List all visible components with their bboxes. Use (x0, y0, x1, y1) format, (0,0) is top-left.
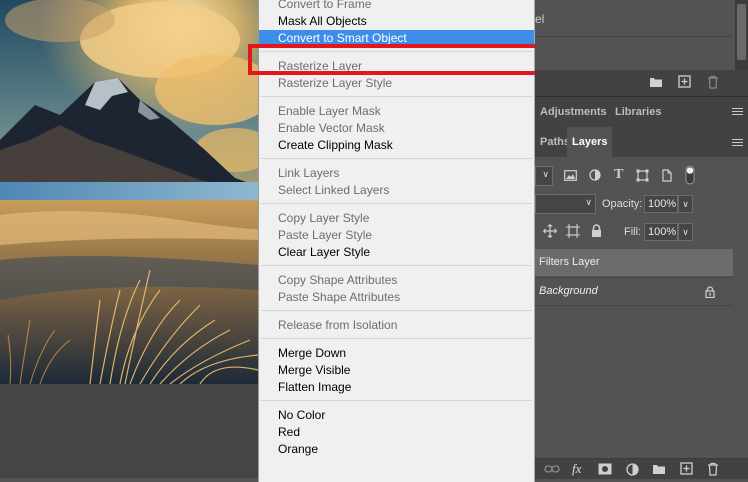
tab-layers[interactable]: Layers (567, 127, 613, 157)
menu-item-rasterize-layer-style: Rasterize Layer Style (278, 76, 393, 90)
menu-item-mask-all-objects[interactable]: Mask All Objects (278, 13, 367, 30)
divider (535, 305, 733, 306)
menu-item-flatten-image[interactable]: Flatten Image (278, 379, 351, 396)
mask-icon[interactable] (598, 463, 612, 475)
menu-item-copy-layer-style: Copy Layer Style (278, 211, 370, 225)
menu-item-enable-layer-mask: Enable Layer Mask (278, 104, 381, 118)
menu-separator (261, 338, 532, 339)
trash-icon[interactable] (707, 75, 719, 89)
chevron-down-icon: ∨ (585, 197, 592, 207)
new-icon[interactable] (678, 75, 691, 88)
lock-icon (705, 286, 715, 298)
menu-separator (261, 265, 532, 266)
adjustment-icon[interactable] (626, 463, 639, 476)
lock-all-icon[interactable] (591, 224, 602, 237)
layer-name: Background (539, 285, 598, 297)
lock-artboard-icon[interactable] (566, 224, 580, 238)
panel-menu-icon[interactable] (732, 108, 743, 109)
type-filter-icon[interactable]: T (614, 168, 623, 182)
layers-tab-bar: Paths Layers (535, 127, 748, 157)
menu-item-create-clipping-mask[interactable]: Create Clipping Mask (278, 137, 393, 154)
menu-separator (261, 96, 532, 97)
mountain-landscape-photo (0, 0, 258, 384)
layers-bottom-toolbar: fx (535, 458, 748, 479)
menu-separator (261, 51, 532, 52)
menu-item-convert-to-frame: Convert to Frame (278, 0, 372, 11)
menu-item-rasterize-layer: Rasterize Layer (278, 59, 363, 73)
history-panel: el (535, 0, 748, 70)
opacity-dropdown-button[interactable]: ∨ (678, 195, 693, 213)
trash-icon[interactable] (707, 462, 719, 476)
layer-name: Filters Layer (539, 256, 600, 268)
history-row[interactable]: el (535, 0, 733, 37)
opacity-input[interactable]: 100% (644, 195, 678, 213)
menu-item-copy-shape-attributes: Copy Shape Attributes (278, 273, 398, 287)
menu-item-select-linked-layers: Select Linked Layers (278, 183, 390, 197)
fill-dropdown-button[interactable]: ∨ (678, 223, 693, 241)
menu-item-convert-to-smart-object[interactable]: Convert to Smart Object (259, 30, 534, 47)
layer-row-filters[interactable]: Filters Layer (535, 249, 733, 276)
filter-kind-dropdown[interactable]: ∨ (535, 166, 553, 186)
fill-input[interactable]: 100% (644, 223, 678, 241)
menu-item-paste-layer-style: Paste Layer Style (278, 228, 373, 242)
fx-icon[interactable]: fx (572, 462, 581, 476)
folder-icon[interactable] (652, 463, 666, 475)
tab-adjustments[interactable]: Adjustments (535, 97, 612, 127)
lock-position-icon[interactable] (543, 224, 557, 238)
menu-item-merge-down[interactable]: Merge Down (278, 345, 346, 362)
history-footer (535, 70, 748, 96)
new-layer-icon[interactable] (680, 462, 693, 475)
document-canvas[interactable] (0, 0, 258, 478)
layer-row-background[interactable]: Background (535, 277, 733, 305)
menu-separator (261, 400, 532, 401)
menu-item-link-layers: Link Layers (278, 166, 340, 180)
right-panel-dock: el Adjustments Libraries Paths Layers ∨ … (535, 0, 748, 479)
history-row-text: el (535, 12, 545, 26)
history-scrollbar[interactable] (735, 0, 748, 70)
opacity-label: Opacity: (602, 198, 643, 210)
image-filter-icon[interactable] (564, 170, 577, 181)
smart-object-filter-icon[interactable] (661, 169, 673, 182)
chevron-down-icon: ∨ (542, 169, 549, 179)
menu-item-clear-layer-style[interactable]: Clear Layer Style (278, 244, 370, 261)
folder-icon[interactable] (649, 76, 663, 88)
menu-item-release-from-isolation: Release from Isolation (278, 318, 398, 332)
panel-menu-icon[interactable] (732, 139, 743, 140)
menu-item-merge-visible[interactable]: Merge Visible (278, 362, 350, 379)
scrollbar-thumb[interactable] (737, 4, 746, 60)
link-icon[interactable] (544, 464, 560, 474)
menu-item-paste-shape-attributes: Paste Shape Attributes (278, 290, 401, 304)
menu-separator (261, 310, 532, 311)
menu-item-no-color[interactable]: No Color (278, 407, 325, 424)
canvas-pasteboard (0, 384, 258, 478)
filter-toggle-icon[interactable] (685, 165, 695, 185)
menu-item-orange[interactable]: Orange (278, 441, 318, 458)
adjustment-filter-icon[interactable] (589, 169, 601, 181)
tab-libraries[interactable]: Libraries (610, 97, 666, 127)
adjustments-tab-bar: Adjustments Libraries (535, 96, 748, 127)
menu-separator (261, 158, 532, 159)
layers-panel: ∨ T ∨ Opacity: 100% ∨ Fill: 100% ∨ Filte… (535, 157, 748, 460)
fill-label: Fill: (624, 226, 642, 238)
menu-item-red[interactable]: Red (278, 424, 300, 441)
blend-mode-dropdown[interactable]: ∨ (535, 194, 596, 214)
layer-context-menu: Convert to Frame Mask All Objects Convert … (258, 0, 535, 482)
shape-filter-icon[interactable] (636, 169, 649, 182)
menu-separator (261, 203, 532, 204)
menu-item-enable-vector-mask: Enable Vector Mask (278, 121, 385, 135)
